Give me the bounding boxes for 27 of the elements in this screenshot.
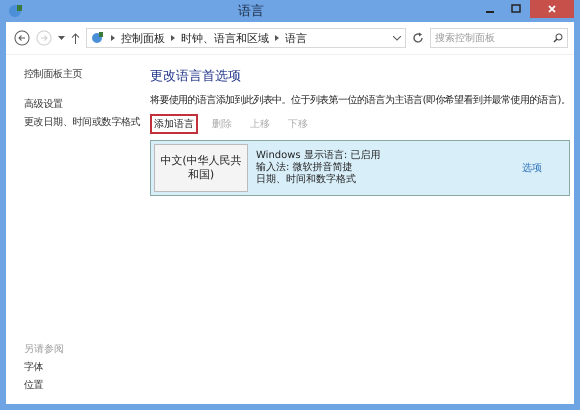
language-detail: 输入法: 微软拼音简捷	[256, 162, 354, 174]
sidebar-link[interactable]: 更改日期、时间或数字格式	[24, 115, 146, 129]
description-text: 将要使用的语言添加到此列表中。位于列表第一位的语言为主语言(即你希望看到并最常使用的语言)。	[150, 94, 570, 107]
search-icon[interactable]	[553, 33, 563, 43]
sidebar-link[interactable]: 高级设置	[24, 97, 146, 111]
language-detail: Windows 显示语言: 已启用	[256, 150, 382, 162]
toolbar-button[interactable]: 添加语言	[150, 114, 198, 134]
up-arrow-icon[interactable]	[71, 32, 80, 44]
search-field[interactable]: 搜索控制面板	[430, 28, 568, 48]
language-row[interactable]: 中文(中华人民共和国) Windows 显示语言: 已启用 输入法: 微软拼音简捷 日期、时间和数字格式 选项	[150, 140, 570, 196]
sidebar-link[interactable]: 控制面板主页	[24, 67, 146, 81]
language-name: 中文(中华人民共和国)	[154, 144, 248, 192]
address-bar[interactable]: 控制面板 时钟、语言和区域 语言	[86, 28, 406, 48]
page-heading: 更改语言首选项	[150, 68, 242, 85]
close-icon	[547, 4, 557, 14]
maximize-icon[interactable]	[511, 4, 521, 14]
see-also-link[interactable]: 位置	[24, 378, 146, 392]
see-also-heading: 另请参阅	[24, 342, 65, 356]
options-link[interactable]: 选项	[522, 161, 542, 175]
app-icon	[8, 3, 24, 19]
back-icon[interactable]	[14, 30, 30, 46]
dropdown-icon[interactable]	[58, 36, 65, 40]
see-also-link[interactable]: 字体	[24, 360, 146, 374]
window-title: 语言	[237, 3, 265, 20]
language-detail: 日期、时间和数字格式	[256, 174, 357, 186]
close-button[interactable]	[530, 0, 574, 18]
refresh-icon[interactable]	[412, 32, 424, 44]
